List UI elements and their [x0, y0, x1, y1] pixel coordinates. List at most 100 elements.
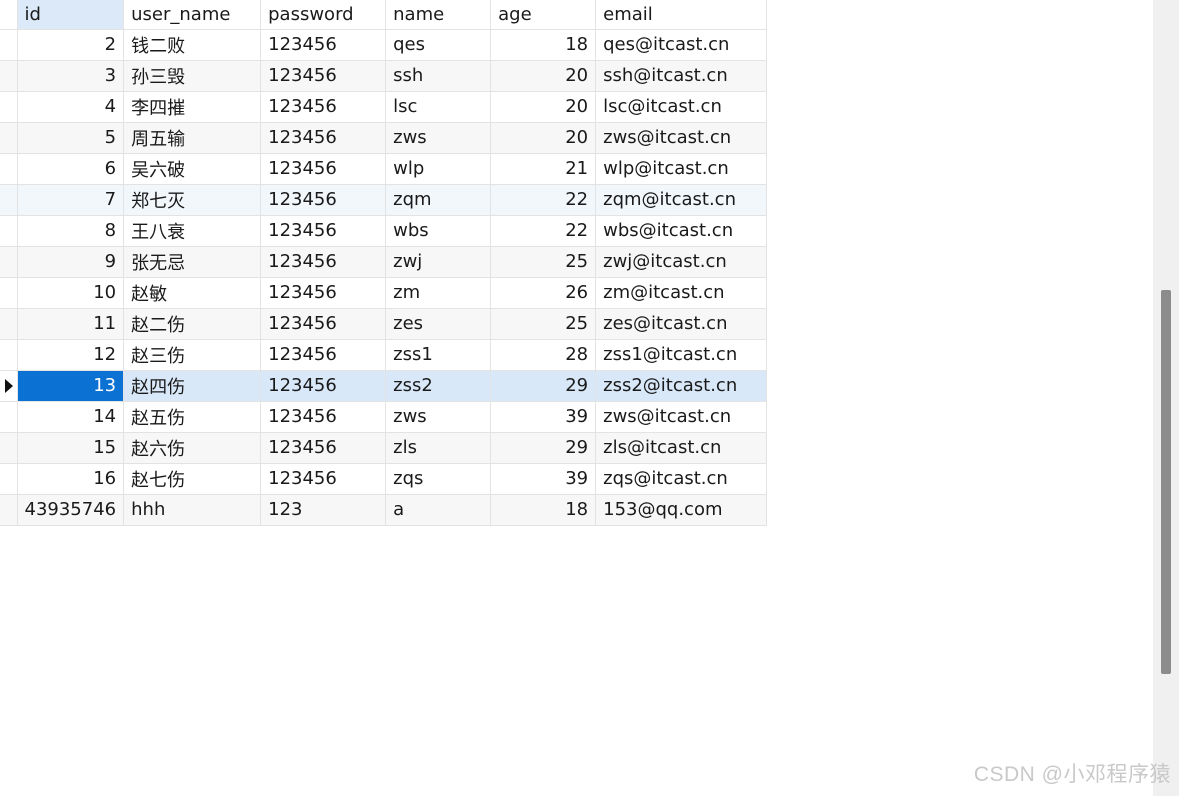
scrollbar-thumb[interactable] — [1161, 290, 1171, 674]
row-header[interactable] — [0, 29, 18, 61]
cell-age[interactable]: 22 — [490, 215, 597, 247]
cell-user-name[interactable]: 赵六伤 — [123, 432, 262, 464]
cell-id[interactable]: 10 — [17, 277, 125, 309]
row-header[interactable] — [0, 308, 18, 340]
cell-user-name[interactable]: 赵二伤 — [123, 308, 262, 340]
cell-password[interactable]: 123456 — [260, 277, 387, 309]
cell-name[interactable]: zm — [385, 277, 492, 309]
row-header[interactable] — [0, 60, 18, 92]
cell-password[interactable]: 123456 — [260, 29, 387, 61]
row-header-corner[interactable] — [0, 0, 18, 30]
cell-email[interactable]: zws@itcast.cn — [595, 122, 768, 154]
cell-id[interactable]: 14 — [17, 401, 125, 433]
cell-name[interactable]: zwj — [385, 246, 492, 278]
cell-id[interactable]: 6 — [17, 153, 125, 185]
cell-id[interactable]: 2 — [17, 29, 125, 61]
column-header-password[interactable]: password — [260, 0, 387, 30]
cell-id[interactable]: 7 — [17, 184, 125, 216]
cell-id[interactable]: 8 — [17, 215, 125, 247]
cell-name[interactable]: zss2 — [385, 370, 492, 402]
cell-email[interactable]: zqm@itcast.cn — [595, 184, 768, 216]
column-header-email[interactable]: email — [595, 0, 768, 30]
cell-email[interactable]: zm@itcast.cn — [595, 277, 768, 309]
table-row[interactable]: 7 郑七灭 123456 zqm 22 zqm@itcast.cn — [0, 184, 768, 216]
row-header[interactable] — [0, 463, 18, 495]
table-row[interactable]: 14 赵五伤 123456 zws 39 zws@itcast.cn — [0, 401, 768, 433]
cell-id[interactable]: 16 — [17, 463, 125, 495]
cell-email[interactable]: wbs@itcast.cn — [595, 215, 768, 247]
cell-password[interactable]: 123456 — [260, 246, 387, 278]
cell-name[interactable]: zls — [385, 432, 492, 464]
cell-user-name[interactable]: 周五输 — [123, 122, 262, 154]
column-header-id[interactable]: id — [17, 0, 125, 30]
cell-name[interactable]: wlp — [385, 153, 492, 185]
table-row[interactable]: 8 王八衰 123456 wbs 22 wbs@itcast.cn — [0, 215, 768, 247]
column-header-user-name[interactable]: user_name — [123, 0, 262, 30]
column-header-name[interactable]: name — [385, 0, 492, 30]
cell-email[interactable]: zls@itcast.cn — [595, 432, 768, 464]
cell-user-name[interactable]: 孙三毁 — [123, 60, 262, 92]
cell-age[interactable]: 18 — [490, 29, 597, 61]
row-header[interactable] — [0, 277, 18, 309]
cell-email[interactable]: ssh@itcast.cn — [595, 60, 768, 92]
cell-email[interactable]: 153@qq.com — [595, 494, 768, 526]
cell-name[interactable]: wbs — [385, 215, 492, 247]
table-row[interactable]: 16 赵七伤 123456 zqs 39 zqs@itcast.cn — [0, 463, 768, 495]
cell-age[interactable]: 26 — [490, 277, 597, 309]
cell-email[interactable]: qes@itcast.cn — [595, 29, 768, 61]
cell-id[interactable]: 9 — [17, 246, 125, 278]
cell-id[interactable]: 15 — [17, 432, 125, 464]
cell-email[interactable]: zqs@itcast.cn — [595, 463, 768, 495]
cell-password[interactable]: 123456 — [260, 184, 387, 216]
cell-id[interactable]: 3 — [17, 60, 125, 92]
table-row[interactable]: 13 赵四伤 123456 zss2 29 zss2@itcast.cn — [0, 370, 768, 402]
cell-email[interactable]: lsc@itcast.cn — [595, 91, 768, 123]
cell-age[interactable]: 20 — [490, 122, 597, 154]
cell-age[interactable]: 29 — [490, 432, 597, 464]
cell-user-name[interactable]: 李四摧 — [123, 91, 262, 123]
row-header[interactable] — [0, 370, 18, 402]
cell-name[interactable]: zes — [385, 308, 492, 340]
table-row[interactable]: 15 赵六伤 123456 zls 29 zls@itcast.cn — [0, 432, 768, 464]
cell-password[interactable]: 123456 — [260, 60, 387, 92]
cell-user-name[interactable]: 赵七伤 — [123, 463, 262, 495]
cell-password[interactable]: 123456 — [260, 432, 387, 464]
cell-password[interactable]: 123456 — [260, 401, 387, 433]
cell-name[interactable]: ssh — [385, 60, 492, 92]
row-header[interactable] — [0, 494, 18, 526]
table-row[interactable]: 9 张无忌 123456 zwj 25 zwj@itcast.cn — [0, 246, 768, 278]
cell-id[interactable]: 43935746 — [17, 494, 125, 526]
cell-password[interactable]: 123456 — [260, 463, 387, 495]
cell-age[interactable]: 39 — [490, 463, 597, 495]
cell-name[interactable]: zqm — [385, 184, 492, 216]
cell-user-name[interactable]: 吴六破 — [123, 153, 262, 185]
table-row[interactable]: 11 赵二伤 123456 zes 25 zes@itcast.cn — [0, 308, 768, 340]
cell-user-name[interactable]: 郑七灭 — [123, 184, 262, 216]
cell-user-name[interactable]: 赵敏 — [123, 277, 262, 309]
row-header[interactable] — [0, 153, 18, 185]
cell-id[interactable]: 13 — [17, 370, 125, 402]
cell-email[interactable]: zss1@itcast.cn — [595, 339, 768, 371]
cell-password[interactable]: 123 — [260, 494, 387, 526]
table-row[interactable]: 43935746 hhh 123 a 18 153@qq.com — [0, 494, 768, 526]
cell-age[interactable]: 20 — [490, 60, 597, 92]
cell-name[interactable]: lsc — [385, 91, 492, 123]
cell-age[interactable]: 20 — [490, 91, 597, 123]
cell-user-name[interactable]: 王八衰 — [123, 215, 262, 247]
cell-age[interactable]: 29 — [490, 370, 597, 402]
cell-user-name[interactable]: 赵五伤 — [123, 401, 262, 433]
cell-password[interactable]: 123456 — [260, 153, 387, 185]
cell-age[interactable]: 28 — [490, 339, 597, 371]
row-header[interactable] — [0, 401, 18, 433]
cell-id[interactable]: 5 — [17, 122, 125, 154]
vertical-scrollbar[interactable] — [1153, 0, 1179, 796]
cell-user-name[interactable]: 赵四伤 — [123, 370, 262, 402]
cell-name[interactable]: zqs — [385, 463, 492, 495]
cell-password[interactable]: 123456 — [260, 370, 387, 402]
cell-password[interactable]: 123456 — [260, 122, 387, 154]
column-header-age[interactable]: age — [490, 0, 597, 30]
table-row[interactable]: 4 李四摧 123456 lsc 20 lsc@itcast.cn — [0, 91, 768, 123]
cell-user-name[interactable]: 张无忌 — [123, 246, 262, 278]
table-row[interactable]: 10 赵敏 123456 zm 26 zm@itcast.cn — [0, 277, 768, 309]
cell-name[interactable]: zss1 — [385, 339, 492, 371]
